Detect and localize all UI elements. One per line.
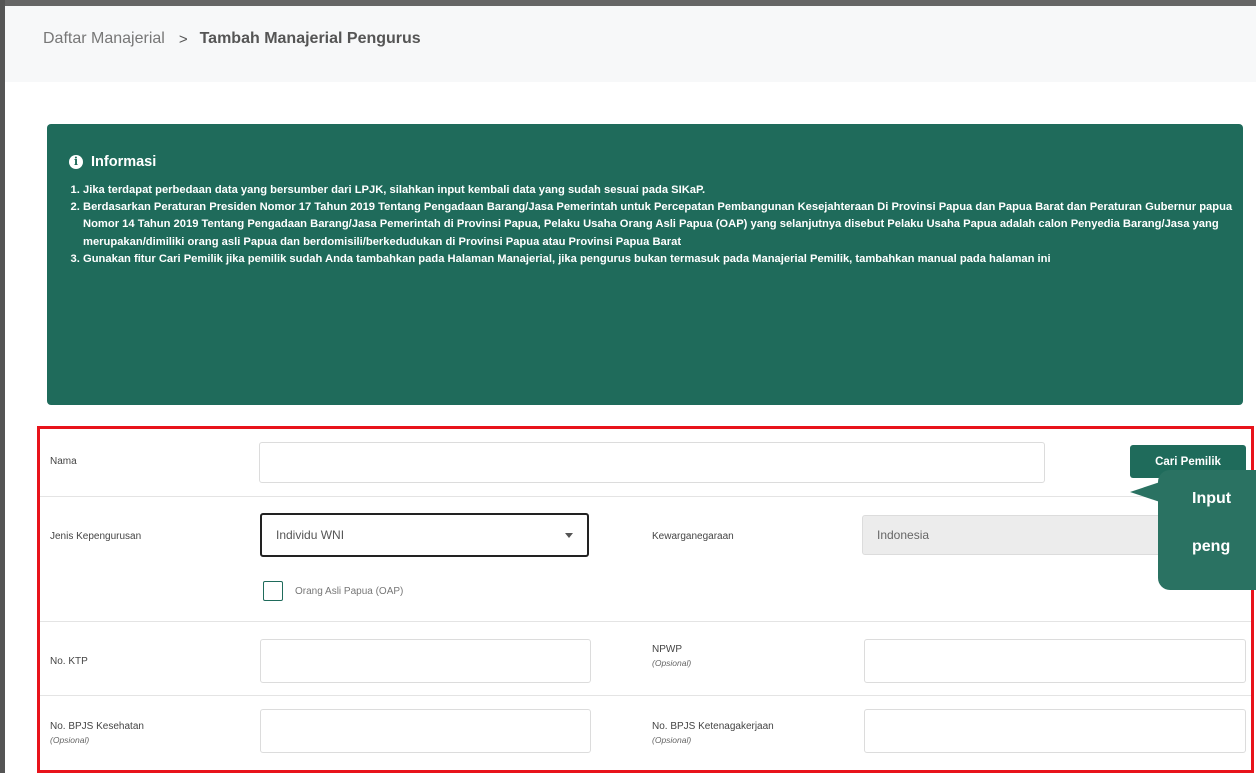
row-divider <box>40 695 1251 696</box>
kewarganegaraan-label: Kewarganegaraan <box>652 531 734 542</box>
row-divider <box>40 621 1251 622</box>
annotation-callout: Input peng <box>1158 470 1256 590</box>
chevron-down-icon <box>565 532 573 538</box>
npwp-label: NPWP (Opsional) <box>652 644 691 668</box>
bpjs-kesehatan-label-text: No. BPJS Kesehatan <box>50 721 144 732</box>
bpjs-ketenagakerjaan-input[interactable] <box>864 709 1246 753</box>
jenis-kepengurusan-value: Individu WNI <box>276 528 345 542</box>
callout-line-1: Input <box>1192 490 1232 507</box>
info-icon: i <box>69 155 83 169</box>
callout-line-2: peng <box>1192 538 1231 555</box>
info-item-1: Jika terdapat perbedaan data yang bersum… <box>83 182 1243 199</box>
pengurus-form: Nama Cari Pemilik Jenis Kepengurusan Ind… <box>37 426 1254 773</box>
npwp-label-text: NPWP <box>652 644 682 655</box>
info-list: Jika terdapat perbedaan data yang bersum… <box>69 182 1243 268</box>
npwp-optional-note: (Opsional) <box>652 658 692 668</box>
nama-label: Nama <box>50 456 77 467</box>
oap-label: Orang Asli Papua (OAP) <box>295 586 404 597</box>
jenis-kepengurusan-select[interactable]: Individu WNI <box>260 513 589 557</box>
info-title-text: Informasi <box>91 154 157 170</box>
no-ktp-input[interactable] <box>260 639 591 683</box>
info-panel: i Informasi Jika terdapat perbedaan data… <box>47 124 1243 405</box>
bpjs-ketenagakerjaan-label: No. BPJS Ketenagakerjaan (Opsional) <box>652 721 774 745</box>
bpjs-ketenagakerjaan-optional-note: (Opsional) <box>652 735 692 745</box>
callout-pointer <box>1130 482 1160 502</box>
info-item-2: Berdasarkan Peraturan Presiden Nomor 17 … <box>83 199 1243 251</box>
bpjs-kesehatan-label: No. BPJS Kesehatan (Opsional) <box>50 721 144 745</box>
breadcrumb-current: Tambah Manajerial Pengurus <box>199 30 421 47</box>
jenis-kepengurusan-label: Jenis Kepengurusan <box>50 531 142 542</box>
page: Daftar Manajerial > Tambah Manajerial Pe… <box>5 6 1256 773</box>
info-item-3: Gunakan fitur Cari Pemilik jika pemilik … <box>83 251 1243 268</box>
bpjs-ketenagakerjaan-label-text: No. BPJS Ketenagakerjaan <box>652 721 774 732</box>
bpjs-kesehatan-input[interactable] <box>260 709 591 753</box>
npwp-input[interactable] <box>864 639 1246 683</box>
bpjs-kesehatan-optional-note: (Opsional) <box>50 735 90 745</box>
oap-checkbox[interactable] <box>263 581 283 601</box>
nama-input[interactable] <box>259 442 1045 483</box>
breadcrumb-parent[interactable]: Daftar Manajerial <box>43 30 165 48</box>
breadcrumb-separator: > <box>178 30 188 48</box>
info-title: i Informasi <box>69 154 156 170</box>
breadcrumb: Daftar Manajerial > Tambah Manajerial Pe… <box>43 30 421 48</box>
row-divider <box>40 496 1251 497</box>
no-ktp-label: No. KTP <box>50 656 88 667</box>
